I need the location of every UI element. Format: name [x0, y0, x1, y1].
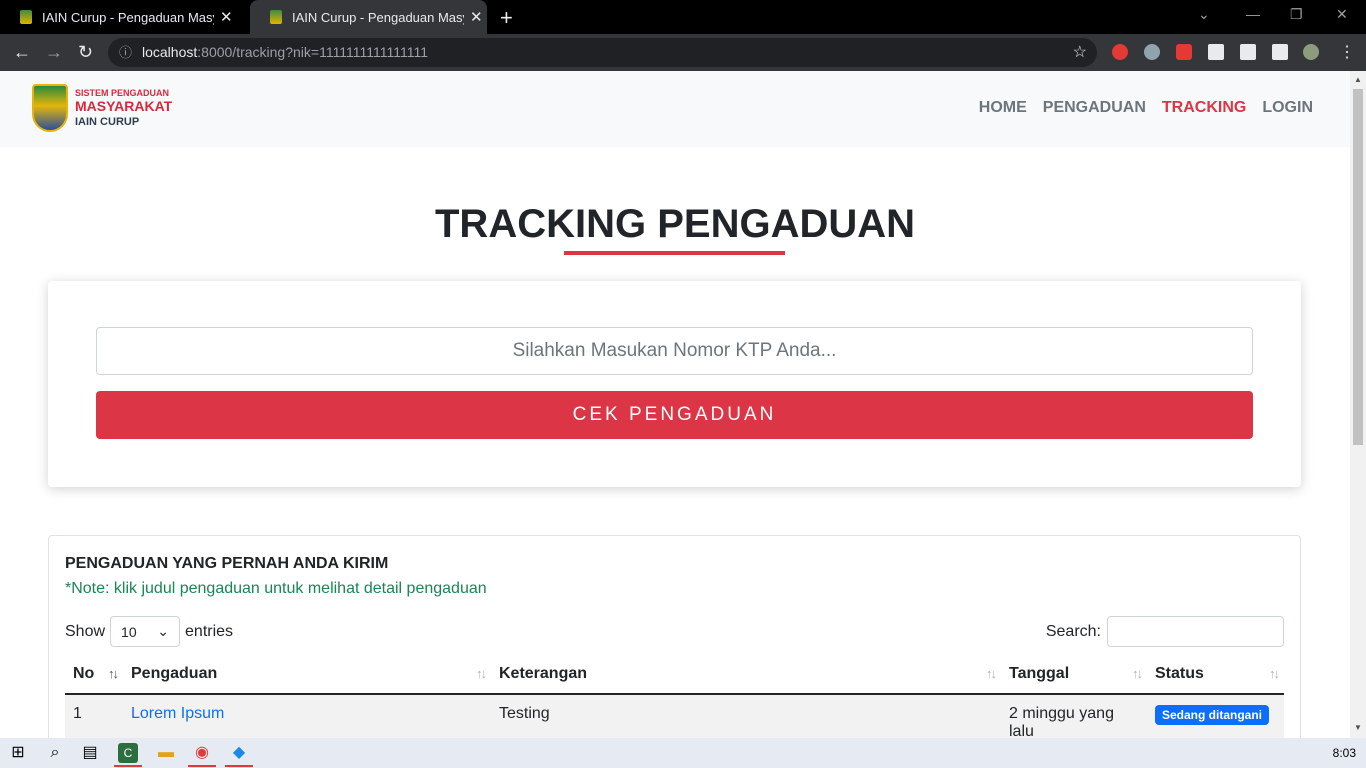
column-header-status[interactable]: Status ↑↓ — [1147, 654, 1284, 695]
nav-login[interactable]: LOGIN — [1262, 99, 1313, 117]
cell-tanggal: 2 minggu yang lalu — [1001, 694, 1147, 738]
history-note: *Note: klik judul pengaduan untuk meliha… — [65, 580, 487, 597]
scroll-up-icon[interactable]: ▲ — [1354, 75, 1362, 84]
tab-search-icon[interactable]: ⌄ — [1198, 6, 1210, 23]
extension-icon[interactable] — [1208, 44, 1224, 60]
vscode-icon[interactable]: ◆ — [229, 743, 249, 763]
sort-icon: ↑↓ — [986, 666, 997, 681]
sort-icon: ↑↓ — [1132, 666, 1143, 681]
extension-icon[interactable] — [1176, 44, 1192, 60]
cell-keterangan: Testing — [491, 694, 1001, 738]
ktp-input[interactable] — [96, 327, 1253, 375]
menu-icon[interactable]: ⋮ — [1339, 42, 1355, 62]
back-icon[interactable]: ← — [13, 42, 31, 63]
close-tab-icon[interactable]: ✕ — [220, 8, 233, 26]
scroll-thumb[interactable] — [1353, 89, 1363, 445]
tracking-form-card: CEK PENGADUAN — [48, 281, 1301, 487]
logo-line-3: IAIN CURUP — [75, 115, 140, 128]
new-tab-icon[interactable]: + — [500, 5, 513, 31]
restore-icon[interactable]: ❐ — [1290, 6, 1303, 23]
search-icon[interactable]: ⌕ — [45, 743, 65, 763]
clock: 8:03 — [1332, 746, 1356, 760]
sort-icon: ↑↓ — [108, 666, 119, 681]
column-header-keterangan[interactable]: Keterangan ↑↓ — [491, 654, 1001, 695]
browser-tab-2[interactable]: IAIN Curup - Pengaduan Masyarakat ✕ — [250, 0, 487, 34]
close-window-icon[interactable]: ✕ — [1336, 6, 1348, 23]
status-badge: Sedang ditangani — [1155, 705, 1270, 725]
column-header-pengaduan[interactable]: Pengaduan ↑↓ — [123, 654, 491, 695]
url-path: :8000/tracking?nik=1111111111111111 — [197, 44, 429, 60]
chrome-icon[interactable]: ◉ — [192, 743, 212, 763]
search-label: Search: — [1045, 622, 1101, 640]
entries-value: 10 — [121, 623, 137, 640]
reload-icon[interactable]: ↻ — [78, 42, 93, 63]
favicon-icon — [270, 10, 282, 24]
close-tab-icon[interactable]: ✕ — [470, 8, 483, 26]
table-row: 1 Lorem Ipsum Testing 2 minggu yang lalu… — [65, 694, 1284, 738]
history-card: PENGADUAN YANG PERNAH ANDA KIRIM *Note: … — [48, 535, 1301, 738]
nav-pengaduan[interactable]: PENGADUAN — [1043, 99, 1146, 117]
site-info-icon[interactable]: ⓘ — [119, 38, 132, 67]
column-header-no[interactable]: No ↑↓ — [65, 654, 123, 695]
cell-pengaduan: Lorem Ipsum — [123, 694, 491, 738]
profile-avatar[interactable] — [1303, 44, 1319, 60]
forward-icon[interactable]: → — [45, 42, 63, 63]
windows-start-icon[interactable]: ⊞ — [8, 743, 28, 763]
sort-icon: ↑↓ — [476, 666, 487, 681]
history-table: No ↑↓ Pengaduan ↑↓ Keterangan ↑↓ Tanggal ↑↓ … — [65, 654, 1284, 738]
extension-icon[interactable] — [1112, 44, 1128, 60]
browser-toolbar: ← → ↻ ⓘ localhost:8000/tracking?nik=1111… — [0, 34, 1366, 71]
browser-tab-strip: IAIN Curup - Pengaduan Masyarakat ✕ IAIN… — [0, 0, 1366, 34]
entries-label: entries — [185, 622, 234, 640]
logo-line-2: MASYARAKAT — [75, 97, 173, 114]
os-taskbar: ⊞ ⌕ ▤ C ▬ ◉ ◆ 8:03 — [0, 738, 1366, 768]
media-icon[interactable] — [1272, 44, 1288, 60]
extension-icon[interactable] — [1144, 44, 1160, 60]
tab-title: IAIN Curup - Pengaduan Masyarakat — [292, 9, 464, 25]
browser-tab-1[interactable]: IAIN Curup - Pengaduan Masyarakat ✕ — [0, 0, 246, 34]
crest-icon — [32, 84, 68, 132]
active-app-indicator — [114, 765, 142, 767]
pengaduan-link[interactable]: Lorem Ipsum — [131, 705, 224, 722]
column-header-tanggal[interactable]: Tanggal ↑↓ — [1001, 654, 1147, 695]
url-host: localhost — [142, 44, 198, 60]
nav-home[interactable]: HOME — [979, 99, 1027, 117]
search-input[interactable] — [1107, 616, 1284, 647]
nav-tracking[interactable]: TRACKING — [1162, 99, 1246, 117]
task-view-icon[interactable]: ▤ — [80, 743, 100, 763]
tab-title: IAIN Curup - Pengaduan Masyarakat — [42, 9, 214, 25]
cell-no: 1 — [65, 694, 123, 738]
app-icon[interactable]: C — [118, 743, 138, 763]
active-app-indicator — [225, 765, 253, 767]
page-scrollbar[interactable]: ▲ ▼ — [1350, 71, 1366, 738]
bookmark-star-icon[interactable]: ☆ — [1073, 38, 1087, 67]
page-title: TRACKING PENGADUAN — [435, 202, 915, 246]
logo-line-1: SISTEM PENGADUAN — [75, 87, 170, 98]
address-bar[interactable]: ⓘ localhost:8000/tracking?nik=1111111111… — [108, 38, 1097, 67]
puzzle-icon[interactable] — [1240, 44, 1256, 60]
show-label: Show — [65, 622, 106, 640]
main-menu: HOME PENGADUAN TRACKING LOGIN — [979, 99, 1313, 117]
favicon-icon — [20, 10, 32, 24]
title-underline — [564, 251, 785, 255]
cell-status: Sedang ditangani — [1147, 694, 1284, 738]
sort-icon: ↑↓ — [1269, 666, 1280, 681]
site-navbar: SISTEM PENGADUAN MASYARAKAT IAIN CURUP H… — [0, 71, 1350, 147]
chevron-down-icon: ⌄ — [157, 623, 170, 639]
scroll-down-icon[interactable]: ▼ — [1354, 723, 1362, 732]
minimize-icon[interactable]: — — [1246, 6, 1260, 22]
entries-control: Show 10 ⌄ entries — [65, 616, 233, 647]
page-viewport: SISTEM PENGADUAN MASYARAKAT IAIN CURUP H… — [0, 71, 1350, 738]
cek-pengaduan-button[interactable]: CEK PENGADUAN — [96, 391, 1253, 439]
active-app-indicator — [188, 765, 216, 767]
table-search: Search: — [1046, 616, 1284, 647]
entries-select[interactable]: 10 ⌄ — [110, 616, 181, 647]
history-title: PENGADUAN YANG PERNAH ANDA KIRIM — [65, 555, 389, 572]
site-logo[interactable]: SISTEM PENGADUAN MASYARAKAT IAIN CURUP — [32, 84, 172, 132]
file-explorer-icon[interactable]: ▬ — [156, 743, 176, 763]
